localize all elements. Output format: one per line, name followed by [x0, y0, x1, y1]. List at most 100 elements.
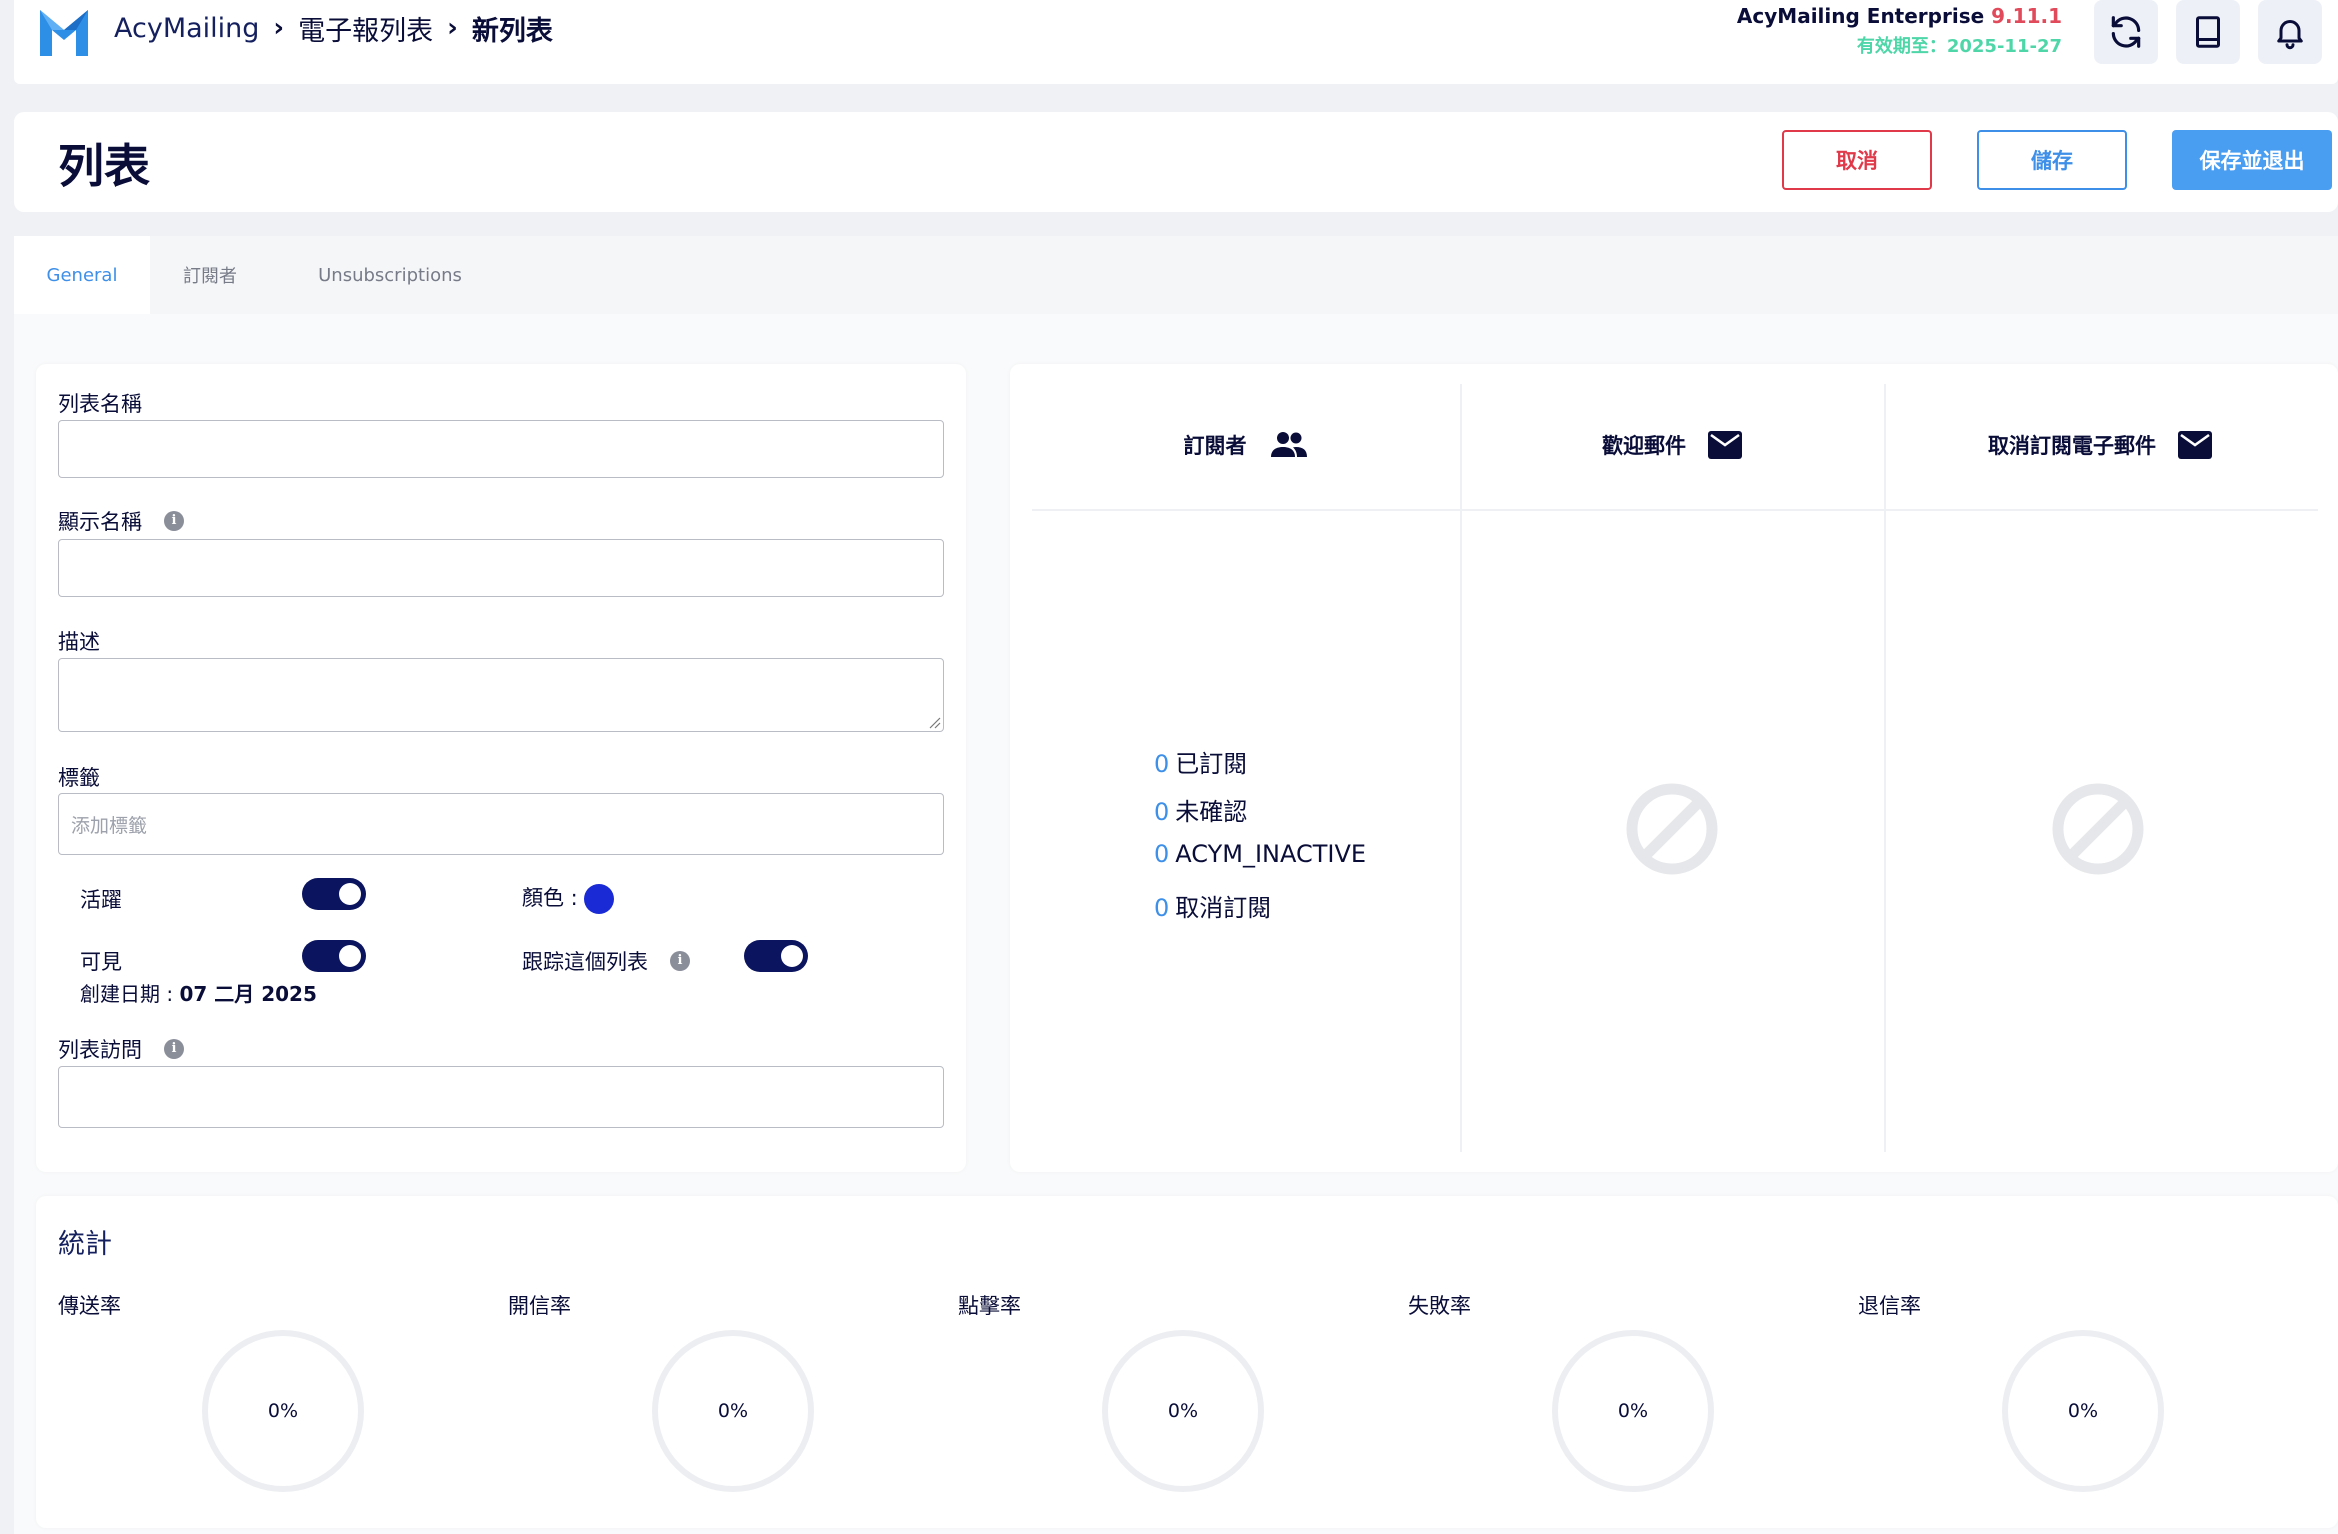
- chevron-right-icon: ›: [447, 13, 458, 43]
- open-rate-label: 開信率: [508, 1294, 571, 1318]
- fail-rate-label: 失敗率: [1408, 1294, 1471, 1318]
- documentation-button[interactable]: [2176, 0, 2240, 64]
- header-divider: [1032, 509, 2318, 511]
- cancel-button[interactable]: 取消: [1782, 130, 1932, 190]
- breadcrumb-lists[interactable]: 電子報列表: [298, 9, 433, 48]
- tab-unsubscriptions[interactable]: Unsubscriptions: [300, 236, 480, 314]
- open-rate-ring: 0%: [652, 1330, 814, 1492]
- toggle-knob: [339, 883, 361, 905]
- welcome-email-title: 歡迎郵件: [1602, 434, 1686, 458]
- delivery-rate-label: 傳送率: [58, 1294, 121, 1318]
- fail-rate-value: 0%: [1617, 1400, 1649, 1422]
- display-name-input[interactable]: [58, 539, 944, 597]
- save-button[interactable]: 儲存: [1977, 130, 2127, 190]
- list-name-label: 列表名稱: [58, 392, 142, 416]
- count-value: 0: [1154, 894, 1170, 922]
- bounce-rate-value: 0%: [2067, 1400, 2099, 1422]
- list-access-input[interactable]: [58, 1066, 944, 1128]
- statistics-card: 統計 傳送率 0% 開信率 0% 點擊率 0% 失敗率 0% 退信率 0%: [36, 1196, 2338, 1528]
- save-and-exit-button[interactable]: 保存並退出: [2172, 130, 2332, 190]
- track-list-row: 跟踪這個列表 i: [522, 946, 690, 976]
- count-label: ACYM_INACTIVE: [1175, 840, 1367, 868]
- delivery-rate-ring: 0%: [202, 1330, 364, 1492]
- tab-subscribers[interactable]: 訂閱者: [170, 236, 250, 314]
- count-inactive: 0 ACYM_INACTIVE: [1154, 840, 1366, 868]
- subscribers-title: 訂閱者: [1183, 434, 1247, 458]
- unsub-email-title: 取消訂閱電子郵件: [1988, 434, 2156, 458]
- active-label: 活躍: [80, 888, 122, 912]
- list-access-label-row: 列表訪問 i: [58, 1034, 184, 1064]
- count-unconfirmed: 0 未確認: [1154, 792, 1247, 827]
- info-icon[interactable]: i: [164, 1039, 184, 1059]
- display-name-label: 顯示名稱: [58, 510, 142, 534]
- edition-name: AcyMailing Enterprise: [1736, 4, 1985, 28]
- bounce-rate-label: 退信率: [1858, 1294, 1921, 1318]
- unsub-email-column-header: 取消訂閱電子郵件: [1884, 430, 2316, 460]
- open-rate-value: 0%: [717, 1400, 749, 1422]
- refresh-icon: [2111, 16, 2141, 48]
- statistics-title: 統計: [58, 1229, 112, 1260]
- visible-toggle[interactable]: [302, 940, 366, 972]
- title-bar: 列表 取消 儲存 保存並退出: [14, 112, 2338, 212]
- description-label: 描述: [58, 630, 100, 654]
- info-icon[interactable]: i: [670, 951, 690, 971]
- visible-label: 可見: [80, 950, 122, 974]
- track-list-toggle[interactable]: [744, 940, 808, 972]
- tags-label: 標籤: [58, 766, 100, 790]
- bounce-rate-ring: 0%: [2002, 1330, 2164, 1492]
- no-email-icon: [1626, 783, 1718, 875]
- list-access-label: 列表訪問: [58, 1038, 142, 1062]
- top-header: AcyMailing › 電子報列表 › 新列表 AcyMailing Ente…: [14, 0, 2338, 84]
- display-name-label-row: 顯示名稱 i: [58, 506, 184, 536]
- count-unsubscribed: 0 取消訂閱: [1154, 888, 1271, 923]
- color-label: 顏色 :: [522, 886, 578, 910]
- info-icon[interactable]: i: [164, 511, 184, 531]
- users-icon: [1270, 432, 1307, 457]
- tags-input[interactable]: 添加標籤: [58, 793, 944, 855]
- click-rate-value: 0%: [1167, 1400, 1199, 1422]
- created-date-value: 07 二月 2025: [179, 982, 317, 1006]
- fail-rate-ring: 0%: [1552, 1330, 1714, 1492]
- chevron-right-icon: ›: [273, 13, 285, 43]
- breadcrumb: AcyMailing › 電子報列表 › 新列表: [114, 8, 553, 48]
- breadcrumb-home[interactable]: AcyMailing: [114, 13, 259, 44]
- tab-general[interactable]: General: [14, 236, 150, 314]
- count-label: 已訂閱: [1175, 750, 1248, 778]
- edition-name-line: AcyMailing Enterprise 9.11.1: [1737, 4, 2062, 28]
- color-picker-swatch[interactable]: [583, 884, 614, 914]
- edition-version: 9.11.1: [1991, 4, 2062, 28]
- notifications-button[interactable]: [2258, 0, 2322, 64]
- count-label: 未確認: [1175, 798, 1248, 826]
- bell-icon: [2277, 20, 2303, 50]
- color-row: 顏色 :: [522, 882, 614, 914]
- list-summary-card: 訂閱者 歡迎郵件 取消訂閱電子郵件 0 已訂閱 0 未確認 0 ACYM_INACTI…: [1010, 364, 2338, 1172]
- count-subscribed: 0 已訂閱: [1154, 744, 1247, 779]
- count-value: 0: [1154, 798, 1170, 826]
- toggle-knob: [781, 945, 803, 967]
- created-date-label: 創建日期 :: [80, 982, 174, 1006]
- mail-icon: [2178, 431, 2212, 459]
- list-name-input[interactable]: [58, 420, 944, 478]
- toggle-knob: [339, 945, 361, 967]
- edition-info: AcyMailing Enterprise 9.11.1 有效期至：2025-1…: [1737, 4, 2062, 58]
- resize-handle-icon[interactable]: [927, 715, 941, 729]
- book-icon: [2196, 16, 2220, 48]
- active-toggle[interactable]: [302, 878, 366, 910]
- count-value: 0: [1154, 750, 1170, 778]
- breadcrumb-current: 新列表: [471, 15, 553, 47]
- license-expiry: 有效期至：2025-11-27: [1856, 36, 2062, 57]
- count-label: 取消訂閱: [1175, 894, 1272, 922]
- created-date: 創建日期 : 07 二月 2025: [80, 978, 317, 1007]
- page-title: 列表: [58, 139, 150, 193]
- description-textarea[interactable]: [58, 658, 944, 732]
- count-value: 0: [1154, 840, 1170, 868]
- track-list-label: 跟踪這個列表: [522, 950, 648, 974]
- column-divider: [1884, 384, 1886, 1152]
- subscribers-column-header: 訂閱者: [1032, 430, 1460, 460]
- list-form-card: 列表名稱 顯示名稱 i 描述 標籤 添加標籤 活躍 顏色 : 可見 跟踪這個列表…: [36, 364, 966, 1172]
- click-rate-ring: 0%: [1102, 1330, 1264, 1492]
- refresh-button[interactable]: [2094, 0, 2158, 64]
- column-divider: [1460, 384, 1462, 1152]
- acymailing-logo-icon[interactable]: [36, 6, 92, 60]
- welcome-email-column-header: 歡迎郵件: [1460, 430, 1884, 460]
